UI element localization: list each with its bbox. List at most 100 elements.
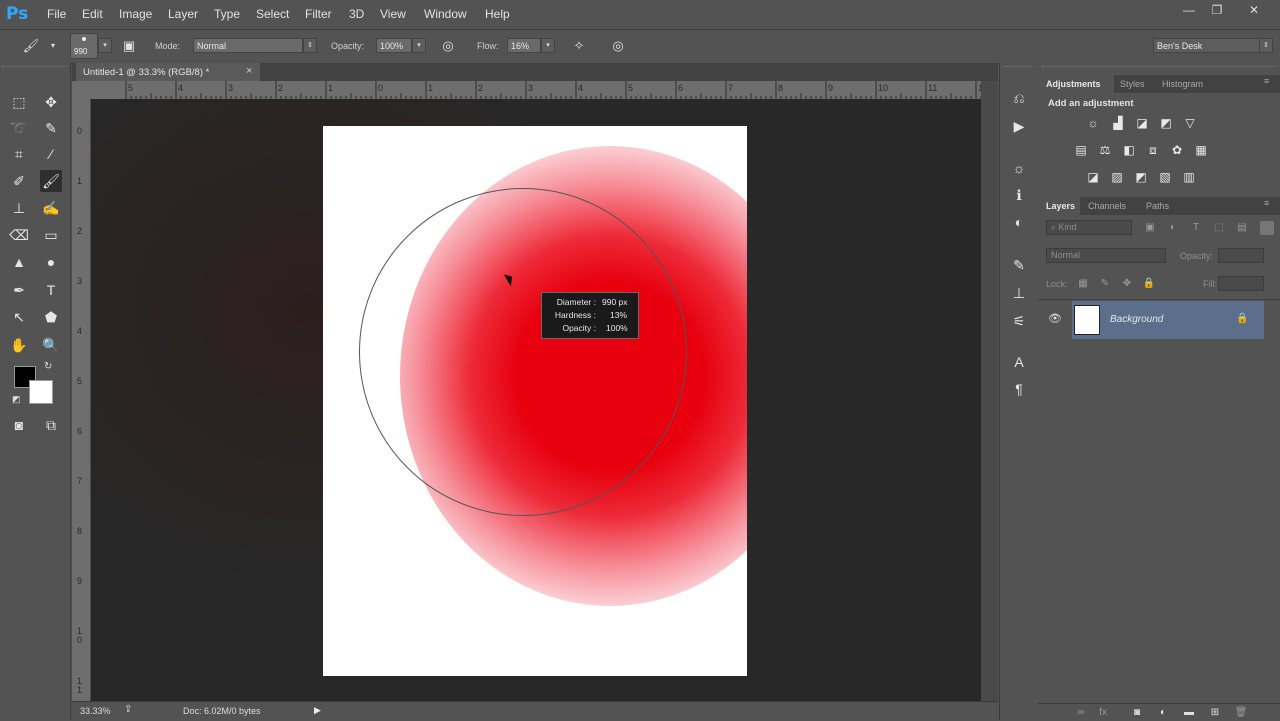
blur-tool-icon[interactable]: ▲ — [8, 251, 30, 273]
brush-tool-icon[interactable]: 🖌 — [40, 170, 62, 192]
actions-panel-icon[interactable]: ▶ — [1008, 116, 1030, 136]
vertical-ruler[interactable]: 0 1 2 3 4 5 6 7 8 9 1 0 1 1 — [72, 99, 91, 701]
brush-preset-dropdown[interactable]: ▾ — [98, 38, 112, 53]
brush-tool-icon[interactable]: 🖌 — [22, 38, 40, 54]
hue-saturation-icon[interactable]: ▤ — [1072, 142, 1090, 158]
background-color-swatch[interactable] — [29, 380, 53, 404]
mode-dropdown-arrow[interactable]: ⇕ — [303, 38, 317, 53]
clone-stamp-tool-icon[interactable]: ⊥ — [8, 197, 30, 219]
blend-mode-select[interactable]: Normal — [1046, 248, 1166, 263]
canvas-pasteboard[interactable]: Diameter : 990 px Hardness : 13% Opacity… — [91, 99, 981, 701]
exposure-icon[interactable]: ◩ — [1157, 115, 1175, 131]
swap-colors-icon[interactable]: ↻ — [44, 361, 52, 372]
navigator-panel-icon[interactable]: ◐ — [1008, 212, 1030, 232]
lock-position-icon[interactable]: ✥ — [1120, 277, 1134, 291]
screen-mode-icon[interactable]: ⧉ — [40, 414, 62, 436]
document-tab[interactable]: Untitled-1 @ 33.3% (RGB/8) * × — [76, 63, 260, 81]
menu-type[interactable]: Type — [214, 7, 240, 21]
close-document-icon[interactable]: × — [246, 65, 252, 77]
new-layer-icon[interactable]: ⊞ — [1208, 706, 1222, 720]
menu-layer[interactable]: Layer — [168, 7, 198, 21]
shape-tool-icon[interactable]: ⬟ — [40, 306, 62, 328]
export-icon[interactable]: ⇪ — [124, 704, 132, 715]
minimize-button[interactable]: — — [1178, 3, 1200, 19]
dock-grip[interactable] — [1042, 66, 1276, 71]
airbrush-icon[interactable]: ✧ — [570, 38, 588, 54]
filter-shape-icon[interactable]: ⬚ — [1212, 221, 1226, 235]
marquee-tool-icon[interactable]: ⬚ — [8, 91, 30, 113]
layer-name[interactable]: Background — [1110, 314, 1163, 325]
lock-transparent-icon[interactable]: ▦ — [1076, 277, 1090, 291]
menu-image[interactable]: Image — [119, 7, 152, 21]
chevron-down-icon[interactable]: ▾ — [44, 38, 62, 54]
horizontal-ruler[interactable]: 543210123456789101112 — [90, 81, 988, 100]
zoom-level[interactable]: 33.33% — [80, 706, 111, 716]
workspace-select[interactable]: Ben's Desk — [1153, 38, 1261, 53]
brightness-panel-icon[interactable]: ☼ — [1008, 158, 1030, 178]
history-brush-tool-icon[interactable]: ✍ — [40, 197, 62, 219]
info-panel-icon[interactable]: ℹ — [1008, 185, 1030, 205]
document-canvas[interactable] — [323, 126, 747, 676]
invert-icon[interactable]: ◪ — [1084, 169, 1102, 185]
color-balance-icon[interactable]: ⚖ — [1096, 142, 1114, 158]
gradient-map-icon[interactable]: ▥ — [1180, 169, 1198, 185]
menu-filter[interactable]: Filter — [305, 7, 332, 21]
fill-input[interactable] — [1218, 276, 1264, 291]
quick-mask-icon[interactable]: ◙ — [8, 414, 30, 436]
filter-toggle[interactable] — [1260, 221, 1274, 235]
menu-file[interactable]: File — [47, 7, 66, 21]
hand-tool-icon[interactable]: ✋ — [8, 334, 30, 356]
ruler-origin[interactable] — [72, 81, 90, 99]
menu-view[interactable]: View — [380, 7, 406, 21]
menu-window[interactable]: Window — [424, 7, 467, 21]
opacity-dropdown[interactable]: ▾ — [412, 38, 426, 53]
character-panel-icon[interactable]: A — [1008, 352, 1030, 372]
menu-edit[interactable]: Edit — [82, 7, 103, 21]
gradient-tool-icon[interactable]: ▭ — [40, 224, 62, 246]
clone-source-icon[interactable]: ⊥ — [1008, 283, 1030, 303]
opacity-input[interactable]: 100% — [376, 38, 412, 53]
filter-adjustment-icon[interactable]: ◐ — [1166, 221, 1180, 235]
restore-button[interactable]: ❐ — [1206, 3, 1228, 19]
tab-paths[interactable]: Paths — [1146, 201, 1169, 211]
pen-tool-icon[interactable]: ✒ — [8, 279, 30, 301]
lasso-tool-icon[interactable]: ➰ — [8, 117, 30, 139]
color-lookup-icon[interactable]: ▦ — [1192, 142, 1210, 158]
tab-layers[interactable]: Layers — [1046, 201, 1075, 211]
toolbar-grip[interactable] — [2, 66, 68, 71]
pressure-opacity-icon[interactable]: ◎ — [439, 38, 457, 54]
healing-brush-tool-icon[interactable]: ✐ — [8, 170, 30, 192]
type-tool-icon[interactable]: T — [40, 279, 62, 301]
workspace-dropdown[interactable]: ⇕ — [1259, 38, 1273, 53]
tab-channels[interactable]: Channels — [1088, 201, 1126, 211]
threshold-icon[interactable]: ◩ — [1132, 169, 1150, 185]
brightness-contrast-icon[interactable]: ☼ — [1084, 115, 1102, 131]
add-mask-icon[interactable]: ◙ — [1130, 706, 1144, 720]
quick-select-tool-icon[interactable]: ✎ — [40, 117, 62, 139]
layer-filter-kind[interactable]: ⌕ Kind — [1046, 220, 1132, 235]
dodge-tool-icon[interactable]: ● — [40, 251, 62, 273]
lock-all-icon[interactable]: 🔒 — [1142, 277, 1156, 291]
tab-adjustments[interactable]: Adjustments — [1046, 79, 1101, 89]
menu-help[interactable]: Help — [485, 7, 510, 21]
path-selection-tool-icon[interactable]: ↖ — [8, 306, 30, 328]
filter-smart-icon[interactable]: ▤ — [1235, 221, 1249, 235]
status-menu-arrow-icon[interactable]: ▶ — [314, 705, 321, 716]
layer-row-background[interactable]: 👁 Background 🔒 — [1038, 301, 1264, 339]
vertical-scrollbar[interactable] — [981, 81, 998, 701]
brush-preset-picker[interactable]: 990 — [70, 33, 98, 59]
filter-type-icon[interactable]: T — [1189, 221, 1203, 235]
filter-pixel-icon[interactable]: ▣ — [1143, 221, 1157, 235]
tab-histogram[interactable]: Histogram — [1162, 79, 1203, 89]
flow-dropdown[interactable]: ▾ — [541, 38, 555, 53]
brush-panel-toggle-icon[interactable]: ▣ — [120, 38, 138, 54]
tab-styles[interactable]: Styles — [1120, 79, 1145, 89]
link-layers-icon[interactable]: ∞ — [1074, 706, 1088, 720]
vibrance-icon[interactable]: ▽ — [1181, 115, 1199, 131]
delete-layer-icon[interactable]: 🗑 — [1234, 706, 1248, 720]
tool-presets-icon[interactable]: ⚟ — [1008, 311, 1030, 331]
new-adjustment-icon[interactable]: ◐ — [1156, 706, 1170, 720]
move-tool-icon[interactable]: ✥ — [40, 91, 62, 113]
mode-select[interactable]: Normal — [193, 38, 303, 53]
flow-input[interactable]: 16% — [507, 38, 541, 53]
